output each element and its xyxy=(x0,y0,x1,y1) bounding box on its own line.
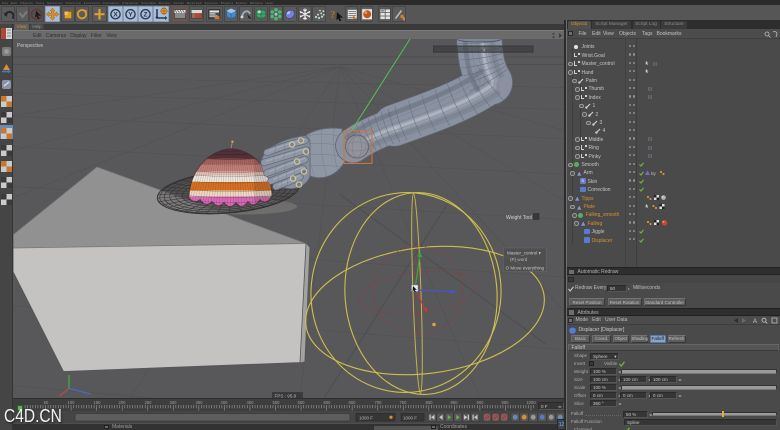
svg-text:1000 F: 1000 F xyxy=(359,415,373,420)
svg-text:Perspective: Perspective xyxy=(17,43,43,49)
svg-text:Master_control ▾: Master_control ▾ xyxy=(507,250,542,255)
svg-text:1000 F: 1000 F xyxy=(403,415,417,420)
svg-text:Z: Z xyxy=(143,11,147,18)
svg-text:O Move everything: O Move everything xyxy=(506,265,545,270)
svg-text:By: By xyxy=(651,171,657,176)
svg-text:(P) word: (P) word xyxy=(510,257,528,262)
svg-text:?: ? xyxy=(330,10,335,21)
svg-text:Weight Tool: Weight Tool xyxy=(506,215,532,221)
svg-text:X: X xyxy=(113,11,118,18)
svg-text:A: A xyxy=(753,319,757,324)
svg-text:Y: Y xyxy=(128,11,133,18)
